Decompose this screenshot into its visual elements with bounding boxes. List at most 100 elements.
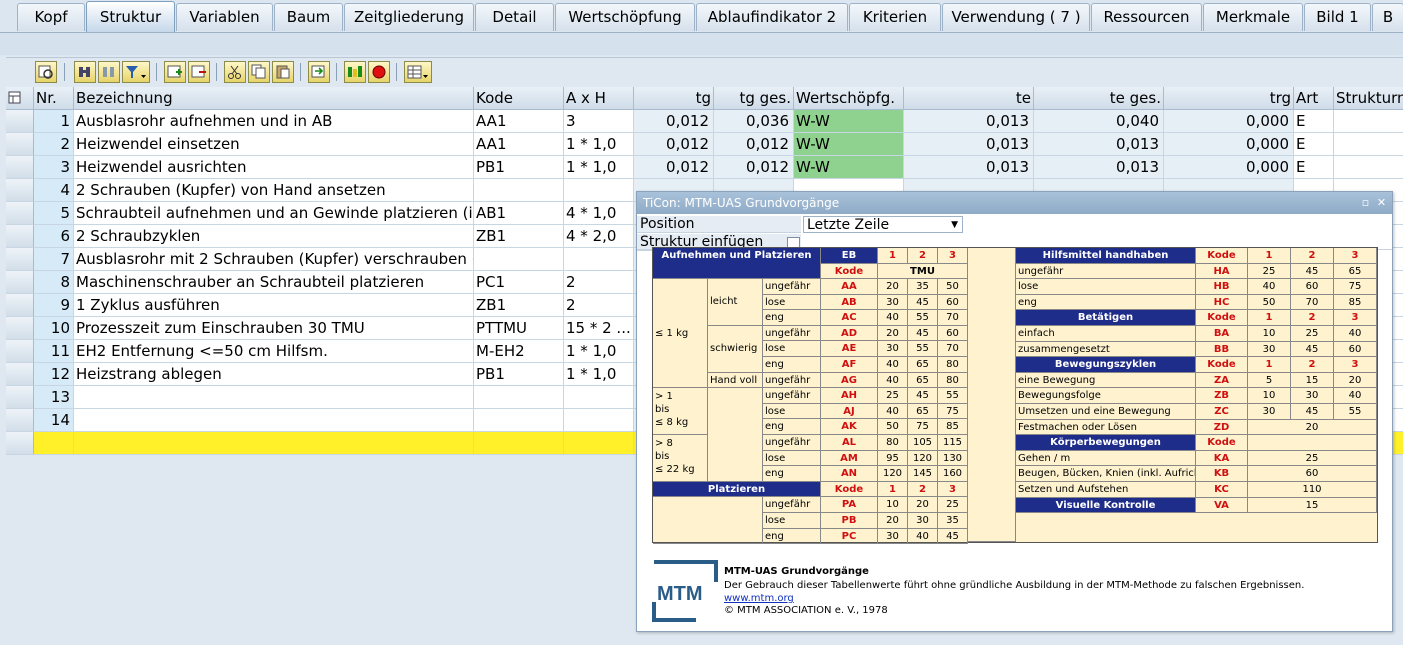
- cell-kode: [474, 409, 564, 432]
- cell-bezeichnung: Prozesszeit zum Einschrauben 30 TMU: [74, 317, 474, 340]
- mtm-line-code: ZC: [1196, 404, 1248, 420]
- mtm-line-value: 45: [1291, 404, 1334, 420]
- details-icon[interactable]: [35, 61, 57, 83]
- table-row[interactable]: 3 Heizwendel ausrichten PB1 1 * 1,0 0,012 0,0…: [6, 156, 1403, 179]
- cell-select[interactable]: [6, 317, 34, 340]
- find-icon[interactable]: [74, 61, 96, 83]
- cell-nr: [34, 432, 74, 455]
- tab-b[interactable]: B: [1372, 3, 1403, 31]
- header-nr[interactable]: Nr.: [34, 87, 74, 110]
- tab-verwendung-7[interactable]: Verwendung ( 7 ): [942, 3, 1090, 31]
- mtm-line-value: 30: [908, 513, 938, 529]
- filter-icon[interactable]: [122, 61, 150, 83]
- mtm-line-code: KC: [1196, 482, 1248, 498]
- header-te-ges[interactable]: te ges.: [1034, 87, 1164, 110]
- footer-link[interactable]: www.mtm.org: [724, 593, 794, 604]
- header-trg[interactable]: trg: [1164, 87, 1294, 110]
- mtm-line-value: 60: [1334, 341, 1377, 358]
- tab-variablen[interactable]: Variablen: [176, 3, 273, 31]
- header-te[interactable]: te: [904, 87, 1034, 110]
- mtm-line-label: Umsetzen und eine Bewegung: [1016, 404, 1196, 420]
- cell-nr: 9: [34, 294, 74, 317]
- cell-select[interactable]: [6, 363, 34, 386]
- cell-select[interactable]: [6, 179, 34, 202]
- cell-bezeichnung: 2 Schraubzyklen: [74, 225, 474, 248]
- tab-zeitgliederung[interactable]: Zeitgliederung: [344, 3, 474, 31]
- mtm-line-code: ZA: [1196, 372, 1248, 389]
- mtm-line-value: 75: [938, 403, 968, 420]
- cell-select[interactable]: [6, 340, 34, 363]
- maximize-icon[interactable]: ▫: [1359, 196, 1372, 209]
- cell-select[interactable]: [6, 294, 34, 317]
- cell-strukturm: [1334, 156, 1403, 179]
- mtm-line-value: 75: [1334, 279, 1377, 295]
- header-tg-ges[interactable]: tg ges.: [714, 87, 794, 110]
- mtm-line-value: 40: [1334, 388, 1377, 404]
- insert-row-icon[interactable]: [164, 61, 186, 83]
- cell-select[interactable]: [6, 386, 34, 409]
- tab-kriterien[interactable]: Kriterien: [849, 3, 941, 31]
- mtm-line-value: 20: [878, 325, 908, 342]
- header-kode[interactable]: Kode: [474, 87, 564, 110]
- cell-axh: 1 * 1,0: [564, 133, 634, 156]
- layout-icon[interactable]: [404, 61, 432, 83]
- mtm-section-title: Körperbewegungen: [1016, 435, 1196, 451]
- find-next-icon[interactable]: [98, 61, 120, 83]
- close-icon[interactable]: ✕: [1375, 196, 1388, 209]
- mtm-line-code: AF: [821, 357, 878, 373]
- header-art[interactable]: Art: [1294, 87, 1334, 110]
- header-axh[interactable]: A x H: [564, 87, 634, 110]
- cell-select[interactable]: [6, 271, 34, 294]
- mtm-line-value: 50: [938, 279, 968, 295]
- layout-settings-icon[interactable]: [6, 87, 34, 110]
- header-wertschoepfung[interactable]: Wertschöpfg.: [794, 87, 904, 110]
- mtm-sub-handvoll: Hand voll: [708, 372, 763, 389]
- copy-icon[interactable]: [248, 61, 270, 83]
- tab-baum[interactable]: Baum: [274, 3, 343, 31]
- table-row[interactable]: 2 Heizwendel einsetzen AA1 1 * 1,0 0,012 0,01…: [6, 133, 1403, 156]
- cell-strukturm: [1334, 110, 1403, 133]
- tab-detail[interactable]: Detail: [475, 3, 554, 31]
- mtm-section-kode: Kode: [1196, 435, 1248, 451]
- position-select[interactable]: Letzte Zeile ▼: [803, 216, 963, 233]
- export-icon[interactable]: [308, 61, 330, 83]
- footer-text: Der Gebrauch dieser Tabellenwerte führt …: [724, 580, 1305, 591]
- cell-select[interactable]: [6, 202, 34, 225]
- cell-wertschoepfung: W-W: [794, 156, 904, 179]
- tab-merkmale[interactable]: Merkmale: [1203, 3, 1303, 31]
- mtm-line-label: ungefähr: [763, 372, 821, 389]
- tab-struktur[interactable]: Struktur: [86, 1, 175, 32]
- cut-icon[interactable]: [224, 61, 246, 83]
- header-tg[interactable]: tg: [634, 87, 714, 110]
- cell-select[interactable]: [6, 156, 34, 179]
- mtm-line-value: 85: [938, 419, 968, 435]
- mtm-section-title: Visuelle Kontrolle: [1016, 497, 1196, 514]
- mtm-line-value: 105: [908, 435, 938, 451]
- mtm-line-value: 50: [1248, 294, 1291, 311]
- cell-select[interactable]: [6, 110, 34, 133]
- cell-select[interactable]: [6, 432, 34, 455]
- mtm-line-value: 85: [1334, 294, 1377, 311]
- mtm-line-label: Setzen und Aufstehen: [1016, 482, 1196, 498]
- cell-axh: [564, 386, 634, 409]
- delete-row-icon[interactable]: [188, 61, 210, 83]
- header-strukturm[interactable]: Strukturm: [1334, 87, 1403, 110]
- structure-icon[interactable]: [344, 61, 366, 83]
- header-bezeichnung[interactable]: Bezeichnung: [74, 87, 474, 110]
- table-row[interactable]: 1 Ausblasrohr aufnehmen und in AB AA1 3 0,01…: [6, 110, 1403, 133]
- stop-icon[interactable]: [368, 61, 390, 83]
- cell-select[interactable]: [6, 225, 34, 248]
- cell-te: 0,013: [904, 133, 1034, 156]
- cell-select[interactable]: [6, 248, 34, 271]
- cell-select[interactable]: [6, 133, 34, 156]
- cell-bezeichnung: [74, 386, 474, 409]
- paste-icon[interactable]: [272, 61, 294, 83]
- tab-ressourcen[interactable]: Ressourcen: [1091, 3, 1202, 31]
- cell-select[interactable]: [6, 409, 34, 432]
- cell-kode: PB1: [474, 156, 564, 179]
- tab-kopf[interactable]: Kopf: [17, 3, 85, 31]
- cell-axh: 2: [564, 271, 634, 294]
- tab-ablaufindikator-2[interactable]: Ablaufindikator 2: [696, 3, 848, 31]
- tab-wertschöpfung[interactable]: Wertschöpfung: [555, 3, 695, 31]
- tab-bild-1[interactable]: Bild 1: [1304, 3, 1371, 31]
